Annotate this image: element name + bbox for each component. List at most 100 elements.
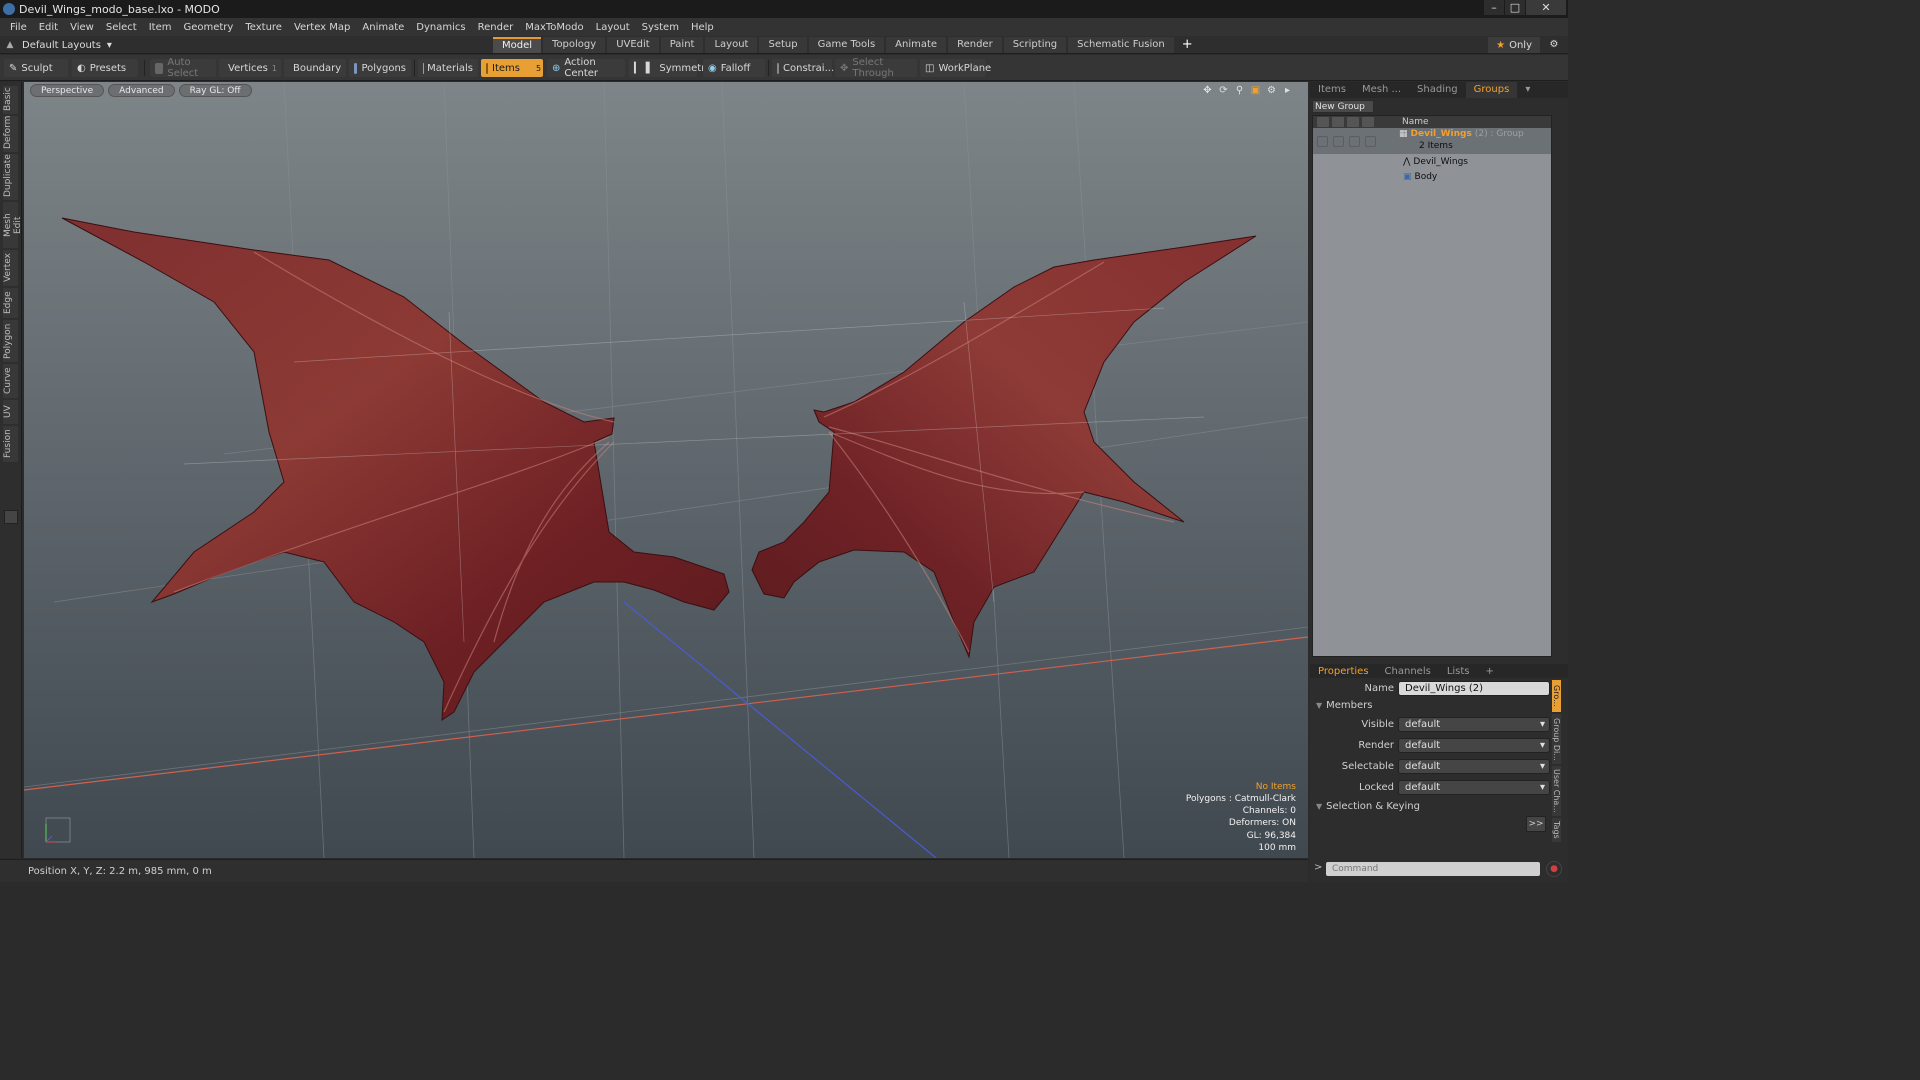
menu-help[interactable]: Help — [685, 22, 720, 33]
tab-curve[interactable]: Curve — [3, 364, 18, 398]
lock-column-icon[interactable] — [1362, 117, 1374, 127]
fit-icon[interactable]: ▣ — [1249, 84, 1262, 97]
add-tab-icon[interactable]: + — [1176, 37, 1199, 53]
visibility-column-icon[interactable] — [1317, 117, 1329, 127]
side-tab-user-channels[interactable]: User Cha... — [1552, 766, 1561, 816]
members-section[interactable]: ▼ Members — [1316, 698, 1373, 712]
tab-setup[interactable]: Setup — [759, 37, 807, 53]
tab-uv[interactable]: UV — [3, 400, 18, 424]
tab-polygon[interactable]: Polygon — [3, 320, 18, 362]
render-column-icon[interactable] — [1332, 117, 1344, 127]
tab-scripting[interactable]: Scripting — [1003, 37, 1067, 53]
menu-texture[interactable]: Texture — [239, 22, 288, 33]
menu-layout[interactable]: Layout — [590, 22, 636, 33]
tabs-dropdown-icon[interactable]: ▾ — [1517, 82, 1538, 98]
expand-arrow-icon[interactable]: ▸ — [1281, 84, 1294, 97]
tab-game-tools[interactable]: Game Tools — [808, 37, 885, 53]
select-toggle-icon[interactable] — [1349, 135, 1360, 147]
tab-layout[interactable]: Layout — [705, 37, 758, 53]
add-tab-icon[interactable]: + — [1478, 666, 1502, 677]
new-group-button[interactable]: New Group — [1312, 100, 1374, 113]
sculpt-button[interactable]: ✎ Sculpt — [4, 59, 68, 77]
tab-properties[interactable]: Properties — [1310, 666, 1377, 677]
menu-geometry[interactable]: Geometry — [177, 22, 239, 33]
eye-icon[interactable] — [1317, 135, 1328, 147]
group-row-devil-wings[interactable]: ▦ Devil_Wings (2) : Group 2 Items — [1313, 128, 1551, 154]
layout-selector[interactable]: ▲ Default Layouts ▾ — [4, 37, 112, 53]
menu-edit[interactable]: Edit — [33, 22, 64, 33]
tab-lists[interactable]: Lists — [1439, 666, 1478, 677]
tab-basic[interactable]: Basic — [3, 86, 18, 114]
tab-channels[interactable]: Channels — [1377, 666, 1439, 677]
side-tab-group[interactable]: Gro... — [1552, 680, 1561, 712]
constraints-button[interactable]: Constrai... — [772, 59, 834, 77]
auto-select-button[interactable]: Auto Select — [150, 57, 216, 79]
side-tab-tags[interactable]: Tags — [1552, 818, 1561, 842]
menu-animate[interactable]: Animate — [356, 22, 410, 33]
items-button[interactable]: Items 5 — [481, 59, 543, 77]
zoom-icon[interactable]: ⚲ — [1233, 84, 1246, 97]
tab-uvedit[interactable]: UVEdit — [607, 37, 659, 53]
select-through-button[interactable]: ✥ Select Through — [835, 57, 917, 79]
view-perspective-button[interactable]: Perspective — [30, 84, 105, 97]
tab-render[interactable]: Render — [948, 37, 1002, 53]
expand-more-button[interactable]: >> — [1526, 816, 1546, 832]
pan-icon[interactable]: ✥ — [1201, 84, 1214, 97]
only-button[interactable]: ★ Only — [1488, 37, 1540, 53]
tab-duplicate[interactable]: Duplicate — [3, 154, 18, 200]
tab-topology[interactable]: Topology — [543, 37, 606, 53]
side-tab-group-display[interactable]: Group Di... — [1552, 714, 1561, 764]
menu-system[interactable]: System — [636, 22, 685, 33]
gear-icon[interactable]: ⚙ — [1546, 37, 1562, 53]
menu-view[interactable]: View — [64, 22, 100, 33]
tab-edge[interactable]: Edge — [3, 288, 18, 318]
rotate-icon[interactable]: ⟳ — [1217, 84, 1230, 97]
select-column-icon[interactable] — [1347, 117, 1359, 127]
3d-viewport[interactable]: Perspective Advanced Ray GL: Off ✥ ⟳ ⚲ ▣… — [24, 82, 1308, 858]
falloff-button[interactable]: ◉ Falloff — [703, 59, 765, 77]
command-input[interactable]: Command — [1326, 862, 1540, 876]
name-column-header[interactable]: Name — [1402, 117, 1429, 127]
menu-render[interactable]: Render — [472, 22, 520, 33]
group-member-row[interactable]: ▣ Body — [1313, 169, 1551, 184]
name-field[interactable]: Devil_Wings (2) — [1398, 680, 1550, 696]
record-macro-icon[interactable]: ● — [1546, 861, 1562, 877]
pin-icon[interactable]: ▲ — [4, 39, 16, 51]
viewport-settings-icon[interactable]: ⚙ — [1265, 84, 1278, 97]
menu-select[interactable]: Select — [100, 22, 143, 33]
render-dropdown[interactable]: default ▾ — [1398, 737, 1550, 753]
tab-shading[interactable]: Shading — [1409, 82, 1466, 98]
menu-vertex-map[interactable]: Vertex Map — [288, 22, 356, 33]
close-icon[interactable]: ✕ — [1526, 0, 1566, 15]
boundary-button[interactable]: Boundary — [284, 59, 346, 77]
shading-advanced-button[interactable]: Advanced — [108, 84, 175, 97]
tab-deform[interactable]: Deform — [3, 116, 18, 152]
tab-mesh-edit[interactable]: Mesh Edit — [3, 202, 23, 248]
tab-model[interactable]: Model — [493, 37, 542, 53]
tab-animate[interactable]: Animate — [886, 37, 947, 53]
presets-button[interactable]: ◐ Presets — [72, 59, 138, 77]
menu-item[interactable]: Item — [143, 22, 178, 33]
render-toggle-icon[interactable] — [1333, 135, 1344, 147]
menu-maxtomodo[interactable]: MaxToModo — [519, 22, 589, 33]
materials-button[interactable]: Materials — [418, 59, 478, 77]
polygons-button[interactable]: Polygons — [349, 59, 411, 77]
tab-mesh[interactable]: Mesh ... — [1354, 82, 1409, 98]
right-wing[interactable] — [751, 235, 1257, 659]
toggle-panel-button[interactable] — [4, 510, 18, 524]
group-member-row[interactable]: ⋀ Devil_Wings — [1313, 154, 1551, 169]
minimize-icon[interactable]: – — [1484, 0, 1504, 15]
tab-paint[interactable]: Paint — [660, 37, 704, 53]
visible-dropdown[interactable]: default ▾ — [1398, 716, 1550, 732]
lock-toggle-icon[interactable] — [1365, 135, 1376, 147]
menu-file[interactable]: File — [4, 22, 33, 33]
tab-schematic-fusion[interactable]: Schematic Fusion — [1068, 37, 1174, 53]
maximize-icon[interactable]: □ — [1505, 0, 1525, 15]
raygl-button[interactable]: Ray GL: Off — [178, 84, 252, 97]
selectable-dropdown[interactable]: default ▾ — [1398, 758, 1550, 774]
vertices-button[interactable]: Vertices 1 — [219, 59, 281, 77]
action-center-button[interactable]: ⊕ Action Center — [547, 57, 625, 79]
left-wing[interactable] — [61, 217, 730, 721]
tab-fusion[interactable]: Fusion — [3, 426, 18, 462]
symmetry-button[interactable]: ▎▐ Symmetry — [629, 59, 711, 77]
